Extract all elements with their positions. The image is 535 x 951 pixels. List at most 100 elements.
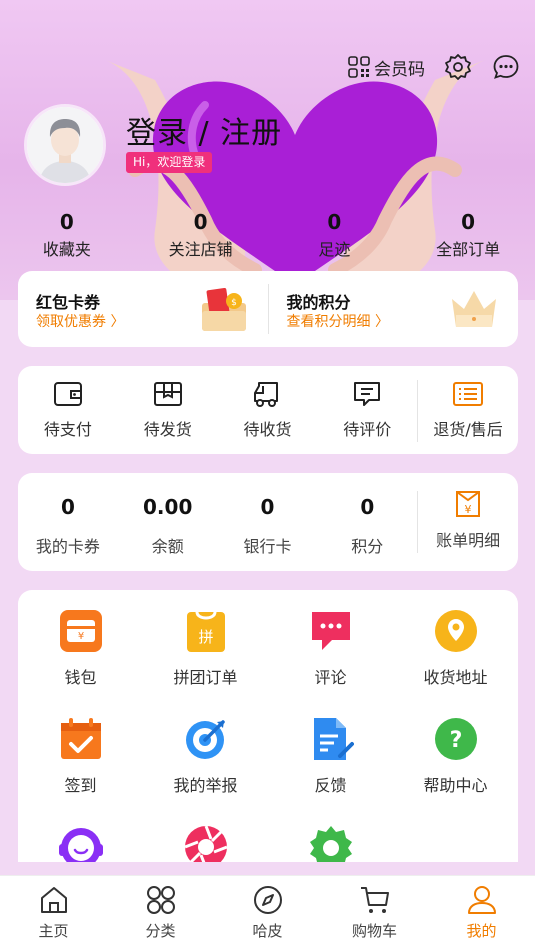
help-icon: ? bbox=[434, 718, 477, 760]
asset-label: 积分 bbox=[351, 537, 384, 556]
settings-icon bbox=[309, 826, 352, 862]
promo-card: 红包卡券 领取优惠券 〉 $ 我的积分 查看积分明细 〉 bbox=[18, 271, 518, 347]
tool-group-orders[interactable]: 拼 拼团订单 bbox=[143, 590, 268, 698]
compass-icon bbox=[253, 886, 282, 914]
tool-address[interactable]: 收货地址 bbox=[393, 590, 518, 698]
nav-mine[interactable]: 我的 bbox=[428, 876, 535, 951]
tool-wallet[interactable]: ¥ 钱包 bbox=[18, 590, 143, 698]
tool-label: 钱包 bbox=[64, 668, 97, 687]
asset-value: 0 bbox=[260, 495, 275, 519]
nav-home[interactable]: 主页 bbox=[0, 876, 107, 951]
tool-label: 收货地址 bbox=[423, 668, 488, 687]
target-icon bbox=[185, 720, 225, 759]
customer-service-icon bbox=[58, 828, 103, 862]
tool-reviews[interactable]: 评论 bbox=[268, 590, 393, 698]
asset-balance[interactable]: 0.00 余额 bbox=[118, 473, 218, 571]
stat-footprints[interactable]: 0 足迹 bbox=[268, 210, 402, 260]
top-actions: 会员码 bbox=[348, 52, 521, 82]
calendar-check-icon bbox=[60, 718, 101, 759]
order-refund-aftersale[interactable]: 退货/售后 bbox=[418, 366, 518, 454]
tool-label: 帮助中心 bbox=[423, 776, 488, 795]
stat-label: 关注店铺 bbox=[168, 240, 233, 259]
order-pending-payment[interactable]: 待支付 bbox=[18, 366, 118, 454]
avatar[interactable] bbox=[24, 104, 106, 186]
user-stats: 0 收藏夹 0 关注店铺 0 足迹 0 全部订单 bbox=[0, 210, 535, 260]
document-edit-icon bbox=[313, 718, 354, 760]
category-icon bbox=[146, 886, 175, 914]
nav-hapi[interactable]: 哈皮 bbox=[214, 876, 321, 951]
order-status-card: 待支付 待发货 待收货 待评价 退货/售后 bbox=[18, 366, 518, 454]
bottom-nav: 主页 分类 哈皮 购物车 我的 bbox=[0, 875, 535, 951]
message-button[interactable] bbox=[491, 52, 521, 82]
tool-help-center[interactable]: ? 帮助中心 bbox=[393, 698, 518, 806]
order-pending-receipt[interactable]: 待收货 bbox=[218, 366, 318, 454]
tool-checkin[interactable]: 签到 bbox=[18, 698, 143, 806]
nav-cart[interactable]: 购物车 bbox=[321, 876, 428, 951]
nav-category[interactable]: 分类 bbox=[107, 876, 214, 951]
box-icon bbox=[153, 382, 182, 406]
asset-coupons[interactable]: 0 我的卡券 bbox=[18, 473, 118, 571]
order-label: 退货/售后 bbox=[433, 420, 503, 439]
order-label: 待支付 bbox=[43, 420, 92, 439]
svg-text:¥: ¥ bbox=[465, 503, 472, 516]
tool-customer-service[interactable] bbox=[18, 806, 143, 862]
svg-text:¥: ¥ bbox=[77, 631, 83, 642]
default-avatar-icon bbox=[27, 107, 103, 183]
settings-button[interactable] bbox=[443, 52, 473, 82]
tool-label: 拼团订单 bbox=[173, 668, 238, 687]
svg-text:拼: 拼 bbox=[198, 628, 213, 646]
coupon-subtitle: 领取优惠券 〉 bbox=[36, 314, 125, 330]
stat-favorites[interactable]: 0 收藏夹 bbox=[0, 210, 134, 260]
stat-label: 全部订单 bbox=[436, 240, 501, 259]
tool-my-reports[interactable]: 我的举报 bbox=[143, 698, 268, 806]
stat-followed-shops[interactable]: 0 关注店铺 bbox=[134, 210, 268, 260]
points-subtitle: 查看积分明细 〉 bbox=[286, 314, 389, 330]
bill-label: 账单明细 bbox=[436, 531, 501, 550]
coupon-title: 红包卡券 bbox=[36, 293, 101, 312]
svg-text:?: ? bbox=[449, 728, 462, 753]
tools-grid: ¥ 钱包 拼 拼团订单 评论 收货地址 签到 我的举报 反馈 ? 帮助中心 bbox=[18, 590, 518, 862]
bill-yen-icon: ¥ bbox=[456, 491, 481, 517]
member-code-label: 会员码 bbox=[374, 59, 425, 80]
stat-value: 0 bbox=[193, 210, 208, 234]
bill-details[interactable]: ¥ 账单明细 bbox=[418, 473, 518, 571]
asset-label: 余额 bbox=[151, 537, 184, 556]
stat-value: 0 bbox=[59, 210, 74, 234]
chat-bubble-icon bbox=[493, 55, 519, 79]
asset-bank-cards[interactable]: 0 银行卡 bbox=[218, 473, 318, 571]
wallet-icon: ¥ bbox=[59, 610, 102, 652]
asset-label: 银行卡 bbox=[243, 537, 292, 556]
order-pending-shipment[interactable]: 待发货 bbox=[118, 366, 218, 454]
points-entry[interactable]: 我的积分 查看积分明细 〉 bbox=[269, 271, 519, 347]
tool-aperture[interactable] bbox=[143, 806, 268, 862]
stat-all-orders[interactable]: 0 全部订单 bbox=[401, 210, 535, 260]
coupon-entry[interactable]: 红包卡券 领取优惠券 〉 $ bbox=[18, 271, 268, 347]
chat-icon bbox=[311, 612, 350, 650]
group-order-icon: 拼 bbox=[186, 611, 225, 652]
nav-label: 购物车 bbox=[351, 922, 397, 940]
tool-feedback[interactable]: 反馈 bbox=[268, 698, 393, 806]
asset-label: 我的卡券 bbox=[35, 537, 100, 556]
welcome-badge: Hi，欢迎登录 bbox=[126, 152, 213, 173]
member-code-button[interactable]: 会员码 bbox=[348, 55, 425, 80]
order-label: 待评价 bbox=[343, 420, 392, 439]
tool-label: 我的举报 bbox=[173, 776, 238, 795]
order-pending-review[interactable]: 待评价 bbox=[317, 366, 417, 454]
aperture-icon bbox=[183, 825, 228, 862]
home-icon bbox=[40, 887, 67, 913]
tool-label: 签到 bbox=[64, 776, 97, 795]
assets-card: 0 我的卡券 0.00 余额 0 银行卡 0 积分 ¥ 账单明细 bbox=[18, 473, 518, 571]
red-envelope-icon: $ bbox=[201, 287, 246, 331]
asset-points[interactable]: 0 积分 bbox=[317, 473, 417, 571]
login-register-link[interactable]: 登录 / 注册 bbox=[126, 108, 282, 152]
tool-label: 评论 bbox=[314, 668, 347, 687]
stat-value: 0 bbox=[327, 210, 342, 234]
nav-label: 分类 bbox=[145, 922, 176, 940]
stat-label: 收藏夹 bbox=[42, 240, 91, 259]
wallet-icon bbox=[53, 382, 82, 406]
comment-icon bbox=[354, 382, 381, 406]
svg-text:$: $ bbox=[231, 298, 237, 308]
tool-settings[interactable] bbox=[268, 806, 393, 862]
qr-code-icon bbox=[348, 56, 370, 78]
asset-value: 0 bbox=[360, 495, 375, 519]
